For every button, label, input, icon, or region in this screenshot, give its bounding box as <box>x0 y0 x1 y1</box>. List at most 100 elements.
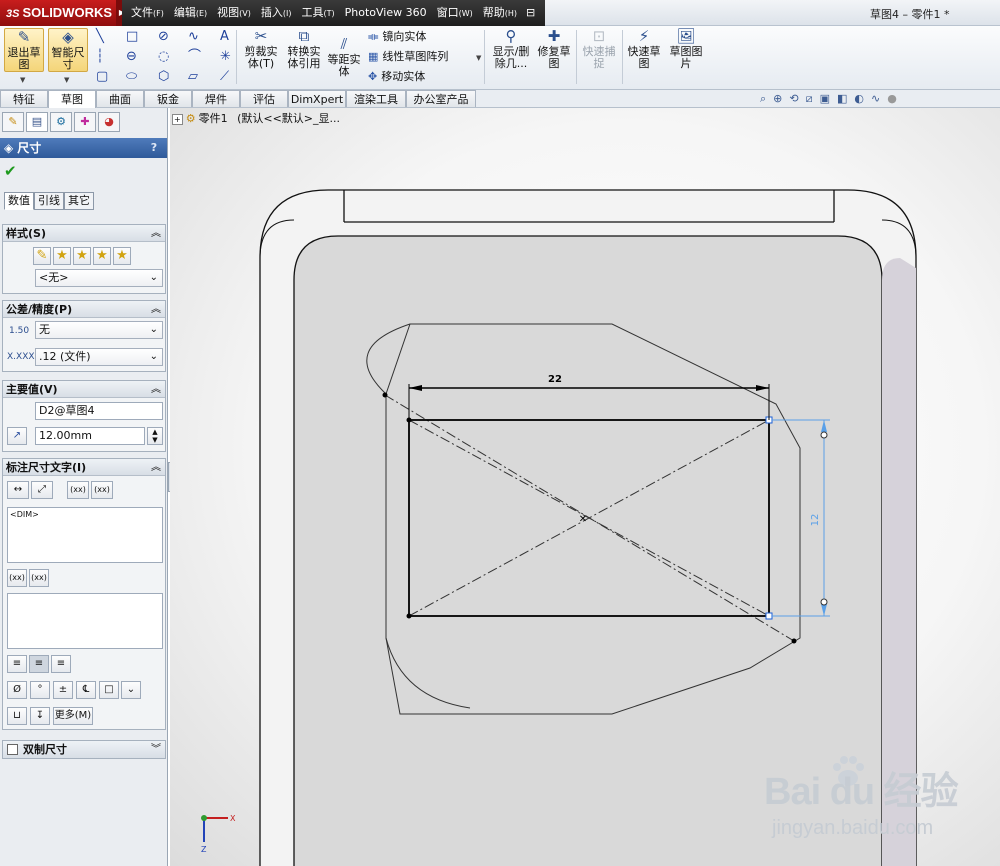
configuration-manager-tab-icon[interactable]: ⚙ <box>50 112 72 132</box>
rapid-sketch-button[interactable]: ⚡ 快速草图 <box>626 28 662 70</box>
more-symbols-button[interactable]: 更多(M) <box>53 707 93 725</box>
chevron-down-icon[interactable]: ▼ <box>476 54 481 62</box>
circle-icon[interactable]: ⊘ <box>158 30 169 44</box>
expand-icon[interactable]: ︾ <box>151 741 161 758</box>
add-style-icon[interactable]: ★ <box>53 247 71 265</box>
ellipse-icon[interactable]: ⬭ <box>126 70 137 84</box>
tolerance-type-select[interactable]: 无 ⌄ <box>35 321 163 339</box>
arc-icon[interactable]: ◌ <box>158 50 169 64</box>
xx-inspection-button[interactable]: (xx) <box>29 569 49 587</box>
property-manager-tab-icon[interactable]: ▤ <box>26 112 48 132</box>
dimension-value-field[interactable]: 12.00mm <box>35 427 145 445</box>
menu-file[interactable]: 文件(F) <box>126 0 169 26</box>
move-entities-button[interactable]: ✥ 移动实体 <box>368 70 425 84</box>
lower-text-input[interactable] <box>7 593 163 649</box>
dual-dimension-checkbox[interactable] <box>7 744 18 755</box>
rectangle-icon[interactable]: □ <box>126 30 138 44</box>
curve-icon[interactable]: ⟋ <box>220 70 229 84</box>
align-center-icon[interactable]: ≡ <box>29 655 49 673</box>
value-spinner[interactable]: ▲ ▼ <box>147 427 163 445</box>
depth-icon[interactable]: ↧ <box>30 707 50 725</box>
display-delete-relations-button[interactable]: ⚲ 显示/删除几... <box>490 28 532 70</box>
convert-entities-button[interactable]: ⧉ 转换实体引用 <box>284 28 324 70</box>
square-symbol-icon[interactable]: □ <box>99 681 119 699</box>
align-left-icon[interactable]: ≡ <box>7 655 27 673</box>
hide-show-icon[interactable]: ◐ <box>854 92 864 108</box>
inspection-dimension-button[interactable]: (xx) <box>91 481 113 499</box>
more-symbols-chevron-icon[interactable]: ⌄ <box>121 681 141 699</box>
box-icon[interactable]: ▢ <box>96 70 108 84</box>
reverse-direction-icon[interactable]: ↗ <box>7 427 27 445</box>
menu-edit[interactable]: 编辑(E) <box>169 0 212 26</box>
vertical-dimension-value[interactable]: 12 <box>810 514 821 527</box>
display-style-icon[interactable]: ◧ <box>837 92 847 108</box>
text-center-arrows-icon[interactable]: ↔ <box>7 481 29 499</box>
primary-value-section-header[interactable]: 主要值(V) ︽ <box>3 381 165 398</box>
align-right-icon[interactable]: ≡ <box>51 655 71 673</box>
collapse-icon[interactable]: ︽ <box>151 301 161 318</box>
slot-icon[interactable]: ⊖ <box>126 50 137 64</box>
tab-surfaces[interactable]: 曲面 <box>96 90 144 107</box>
polygon-icon[interactable]: ⬡ <box>158 70 169 84</box>
smart-dimension-button[interactable]: ◈ 智能尺寸 <box>48 28 88 72</box>
tolerance-section-header[interactable]: 公差/精度(P) ︽ <box>3 301 165 318</box>
counterbore-icon[interactable]: ⊔ <box>7 707 27 725</box>
tab-sheet-metal[interactable]: 钣金 <box>144 90 192 107</box>
repair-sketch-button[interactable]: ✚ 修复草图 <box>536 28 572 70</box>
zoom-to-fit-icon[interactable]: ⌕ <box>760 92 766 108</box>
xx-format-button[interactable]: (xx) <box>7 569 27 587</box>
linear-pattern-button[interactable]: ▦ 线性草图阵列 <box>368 50 448 64</box>
view-orientation-icon[interactable]: ▣ <box>820 92 830 108</box>
section-view-icon[interactable]: ⧄ <box>806 92 813 108</box>
tab-other[interactable]: 其它 <box>64 192 94 210</box>
delete-style-icon[interactable]: ★ <box>73 247 91 265</box>
trim-entities-button[interactable]: ✂ 剪裁实体(T) <box>240 28 282 70</box>
collapse-icon[interactable]: ︽ <box>151 225 161 242</box>
menu-window[interactable]: 窗口(W) <box>432 0 478 26</box>
ok-check-icon[interactable]: ✔ <box>4 162 17 180</box>
dimension-name-field[interactable]: D2@草图4 <box>35 402 163 420</box>
tab-weldments[interactable]: 焊件 <box>192 90 240 107</box>
style-select[interactable]: <无> ⌄ <box>35 269 163 287</box>
dimension-text-input[interactable]: <DIM> <box>7 507 163 563</box>
degree-symbol-icon[interactable]: ° <box>30 681 50 699</box>
appearance-icon[interactable]: ∿ <box>871 92 880 108</box>
tab-evaluate[interactable]: 评估 <box>240 90 288 107</box>
help-icon[interactable]: ? <box>147 140 161 155</box>
chevron-down-icon[interactable]: ▼ <box>64 76 69 84</box>
quick-snaps-button[interactable]: ⊡ 快速捕捉 <box>580 28 618 70</box>
centerline-icon[interactable]: ┆ <box>96 50 104 64</box>
collapse-icon[interactable]: ︽ <box>151 459 161 476</box>
add-parentheses-button[interactable]: (xx) <box>67 481 89 499</box>
dimxpert-manager-tab-icon[interactable]: ✚ <box>74 112 96 132</box>
apply-style-icon[interactable]: ✎ <box>33 247 51 265</box>
previous-view-icon[interactable]: ⟲ <box>789 92 798 108</box>
zoom-to-area-icon[interactable]: ⊕ <box>773 92 782 108</box>
scene-icon[interactable]: ● <box>887 92 897 108</box>
dual-dimension-header[interactable]: 双制尺寸 ︾ <box>3 741 165 758</box>
menu-help[interactable]: 帮助(H) <box>478 0 522 26</box>
offset-entities-button[interactable]: ⫽ 等距实体 <box>326 36 362 78</box>
menu-insert[interactable]: 插入(I) <box>256 0 297 26</box>
tab-leaders[interactable]: 引线 <box>34 192 64 210</box>
feature-manager-tab-icon[interactable]: ✎ <box>2 112 24 132</box>
diameter-symbol-icon[interactable]: Ø <box>7 681 27 699</box>
tab-sketch[interactable]: 草图 <box>48 90 96 108</box>
tab-value[interactable]: 数值 <box>4 192 34 210</box>
load-style-icon[interactable]: ★ <box>113 247 131 265</box>
tab-render-tools[interactable]: 渲染工具 <box>346 90 406 107</box>
spline-icon[interactable]: ∿ <box>188 30 199 44</box>
exit-sketch-button[interactable]: ✎ 退出草图 <box>4 28 44 72</box>
solidworks-logo[interactable]: 3S SOLIDWORKS <box>0 0 118 26</box>
dimension-text-section-header[interactable]: 标注尺寸文字(I) ︽ <box>3 459 165 476</box>
point-icon[interactable]: ✳ <box>220 50 231 64</box>
horizontal-dimension-value[interactable]: 22 <box>548 374 562 385</box>
menu-tools[interactable]: 工具(T) <box>296 0 339 26</box>
style-section-header[interactable]: 样式(S) ︽ <box>3 225 165 242</box>
menu-view[interactable]: 视图(V) <box>212 0 256 26</box>
sketch-canvas[interactable]: ✕ 22 12 X Z <box>170 108 1000 866</box>
line-icon[interactable]: ╲ <box>96 30 104 44</box>
plus-minus-icon[interactable]: ± <box>53 681 73 699</box>
tab-office-products[interactable]: 办公室产品 <box>406 90 476 107</box>
centerline-symbol-icon[interactable]: ℄ <box>76 681 96 699</box>
